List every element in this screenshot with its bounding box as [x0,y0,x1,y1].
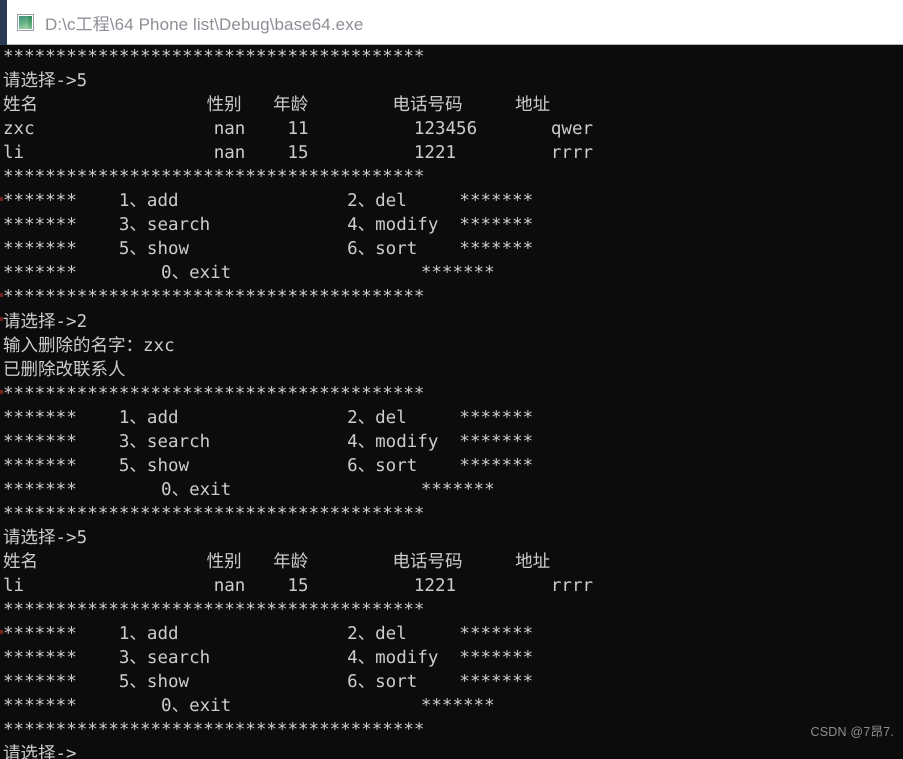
console-output-area[interactable]: ****************************************… [0,45,903,759]
window-title: D:\c工程\64 Phone list\Debug\base64.exe [45,14,364,34]
app-icon-left-panel [19,15,28,29]
console-window: D:\c工程\64 Phone list\Debug\base64.exe **… [0,0,903,759]
console-transcript: ****************************************… [3,47,594,759]
app-icon-right-panel [28,15,32,29]
csdn-watermark: CSDN @7昂7. [810,725,894,739]
console-app-icon [17,13,34,31]
title-bar[interactable]: D:\c工程\64 Phone list\Debug\base64.exe [0,0,903,45]
title-bar-accent-stripe [0,0,7,45]
